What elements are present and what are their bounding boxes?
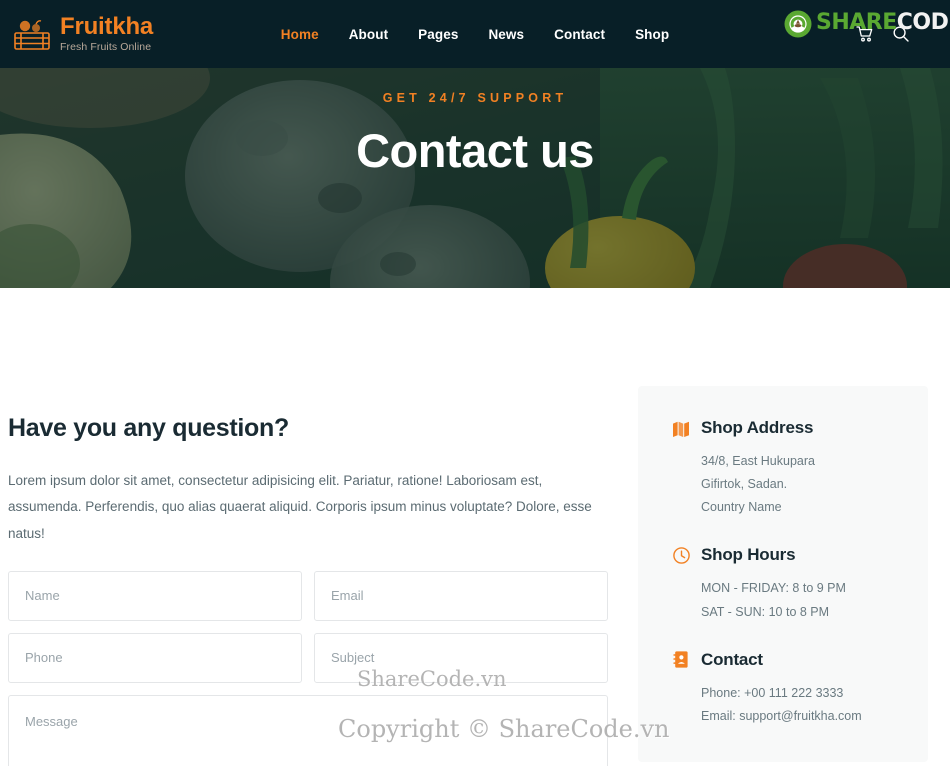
- brand-tagline: Fresh Fruits Online: [60, 41, 152, 54]
- contact-form-section: Have you any question? Lorem ipsum dolor…: [8, 414, 608, 766]
- page-title: Contact us: [356, 124, 594, 177]
- sharecode-recycle-icon: [783, 9, 813, 39]
- brand-name: Fruitkha: [60, 13, 154, 41]
- hero-eyebrow: GET 24/7 SUPPORT: [382, 91, 568, 105]
- hours-line-1: MON - FRIDAY: 8 to 9 PM: [701, 581, 846, 596]
- info-title-shop-hours: Shop Hours: [701, 545, 796, 565]
- address-line-3: Country Name: [701, 500, 782, 515]
- hours-line-2: SAT - SUN: 10 to 8 PM: [701, 604, 830, 619]
- info-block-contact: Contact Phone: +00 111 222 3333 Email: s…: [672, 650, 898, 728]
- info-block-shop-address: Shop Address 34/8, East Hukupara Gifirto…: [672, 418, 898, 519]
- section-heading: Have you any question?: [8, 414, 289, 442]
- info-lines-shop-hours: MON - FRIDAY: 8 to 9 PM SAT - SUN: 10 to…: [672, 577, 898, 623]
- map-icon: [672, 419, 691, 438]
- subject-input[interactable]: [314, 632, 608, 683]
- nav-item-home[interactable]: Home: [281, 27, 319, 42]
- hero-banner: GET 24/7 SUPPORT Contact us: [0, 68, 950, 288]
- contact-phone: Phone: +00 111 222 3333: [701, 685, 844, 700]
- info-block-shop-hours: Shop Hours MON - FRIDAY: 8 to 9 PM SAT -…: [672, 545, 898, 623]
- contact-form: [8, 570, 608, 766]
- clock-icon: [672, 546, 691, 565]
- info-lines-contact: Phone: +00 111 222 3333 Email: support@f…: [672, 682, 898, 728]
- nav-item-about[interactable]: About: [349, 27, 388, 42]
- fruit-crate-icon: [12, 16, 52, 52]
- message-textarea[interactable]: [8, 694, 608, 766]
- contact-page: Fruitkha Fresh Fruits Online Home About …: [0, 0, 950, 766]
- email-input[interactable]: [314, 570, 608, 621]
- address-line-2: Gifirtok, Sadan.: [701, 477, 788, 492]
- section-description: Lorem ipsum dolor sit amet, consectetur …: [8, 473, 592, 541]
- nav-item-shop[interactable]: Shop: [635, 27, 669, 42]
- main-content: Have you any question? Lorem ipsum dolor…: [0, 288, 950, 766]
- phone-input[interactable]: [8, 632, 302, 683]
- nav-item-news[interactable]: News: [488, 27, 524, 42]
- address-book-icon: [672, 650, 691, 669]
- search-icon[interactable]: [892, 25, 910, 43]
- header-tools: [856, 25, 932, 43]
- info-title-contact: Contact: [701, 649, 763, 669]
- cart-icon[interactable]: [856, 25, 874, 43]
- shop-info-card: Shop Address 34/8, East Hukupara Gifirto…: [638, 386, 928, 762]
- site-header: Fruitkha Fresh Fruits Online Home About …: [0, 0, 950, 68]
- info-title-shop-address: Shop Address: [701, 418, 814, 437]
- nav-item-pages[interactable]: Pages: [418, 27, 458, 42]
- name-input[interactable]: [8, 570, 302, 621]
- info-lines-shop-address: 34/8, East Hukupara Gifirtok, Sadan. Cou…: [672, 450, 898, 519]
- nav-item-contact[interactable]: Contact: [554, 27, 605, 42]
- brand-logo[interactable]: Fruitkha Fresh Fruits Online: [12, 15, 153, 53]
- contact-email: Email: support@fruitkha.com: [701, 708, 862, 723]
- address-line-1: 34/8, East Hukupara: [701, 454, 815, 468]
